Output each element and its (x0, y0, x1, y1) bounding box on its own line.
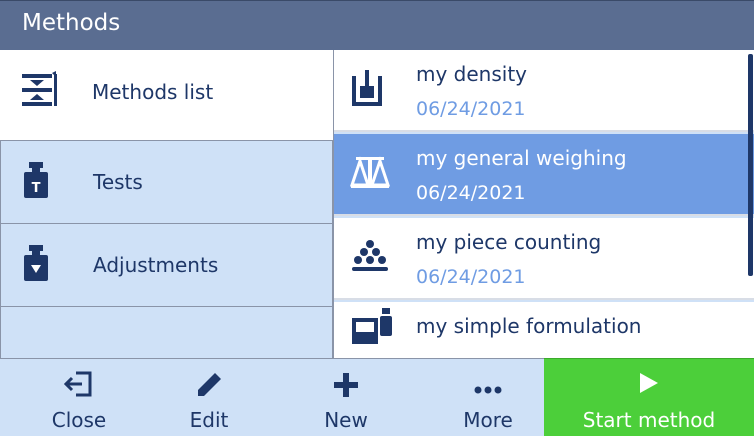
svg-text:T: T (32, 181, 41, 196)
piece-counting-icon (350, 238, 390, 278)
density-icon (350, 68, 384, 112)
list-scrollbar[interactable] (748, 54, 753, 276)
title-bar: Methods (0, 0, 754, 50)
nav-item-label: Adjustments (93, 253, 219, 277)
close-label: Close (51, 408, 107, 432)
exit-icon (63, 371, 94, 401)
method-name: my density (416, 62, 528, 86)
edit-label: Edit (189, 408, 229, 432)
nav-item-tests[interactable]: T Tests (0, 140, 333, 224)
nav-item-label: Methods list (92, 80, 214, 104)
pencil-icon (195, 371, 223, 403)
balance-icon (349, 153, 391, 195)
start-method-label: Start method (582, 408, 716, 432)
method-row-selected[interactable]: my general weighing 06/24/2021 (334, 134, 754, 216)
nav-item-label: Tests (93, 170, 143, 194)
method-row[interactable]: my piece counting 06/24/2021 (334, 218, 754, 300)
method-date: 06/24/2021 (416, 182, 526, 204)
play-icon (638, 371, 660, 399)
plus-icon (332, 371, 360, 403)
nav-item-adjustments[interactable]: Adjustments (0, 223, 333, 307)
test-weight-icon: T (21, 160, 51, 204)
method-date: 06/24/2021 (416, 98, 526, 120)
more-button[interactable]: More (432, 358, 544, 436)
new-label: New (324, 408, 368, 432)
adjustment-weight-icon (21, 243, 51, 287)
method-list: my density 06/24/2021 my general weighin… (334, 50, 754, 358)
nav-item-empty (0, 306, 333, 362)
method-name: my simple formulation (416, 314, 642, 338)
edit-button[interactable]: Edit (158, 358, 260, 436)
method-row[interactable]: my simple formulation (334, 302, 754, 358)
more-icon (474, 379, 502, 398)
method-row[interactable]: my density 06/24/2021 (334, 50, 754, 132)
methods-list-icon (20, 71, 60, 113)
methods-nav: Methods list T Tests Adjustments (0, 50, 333, 362)
close-button[interactable]: Close (0, 358, 158, 436)
page-title: Methods (22, 10, 121, 36)
method-date: 06/24/2021 (416, 266, 526, 288)
formulation-icon (350, 306, 394, 350)
method-name: my piece counting (416, 230, 602, 254)
bottom-toolbar: Close Edit New More Start method (0, 358, 754, 436)
method-name: my general weighing (416, 146, 627, 170)
more-label: More (463, 408, 513, 432)
nav-item-methods-list[interactable]: Methods list (0, 50, 333, 134)
new-button[interactable]: New (260, 358, 432, 436)
start-method-button[interactable]: Start method (544, 358, 754, 436)
